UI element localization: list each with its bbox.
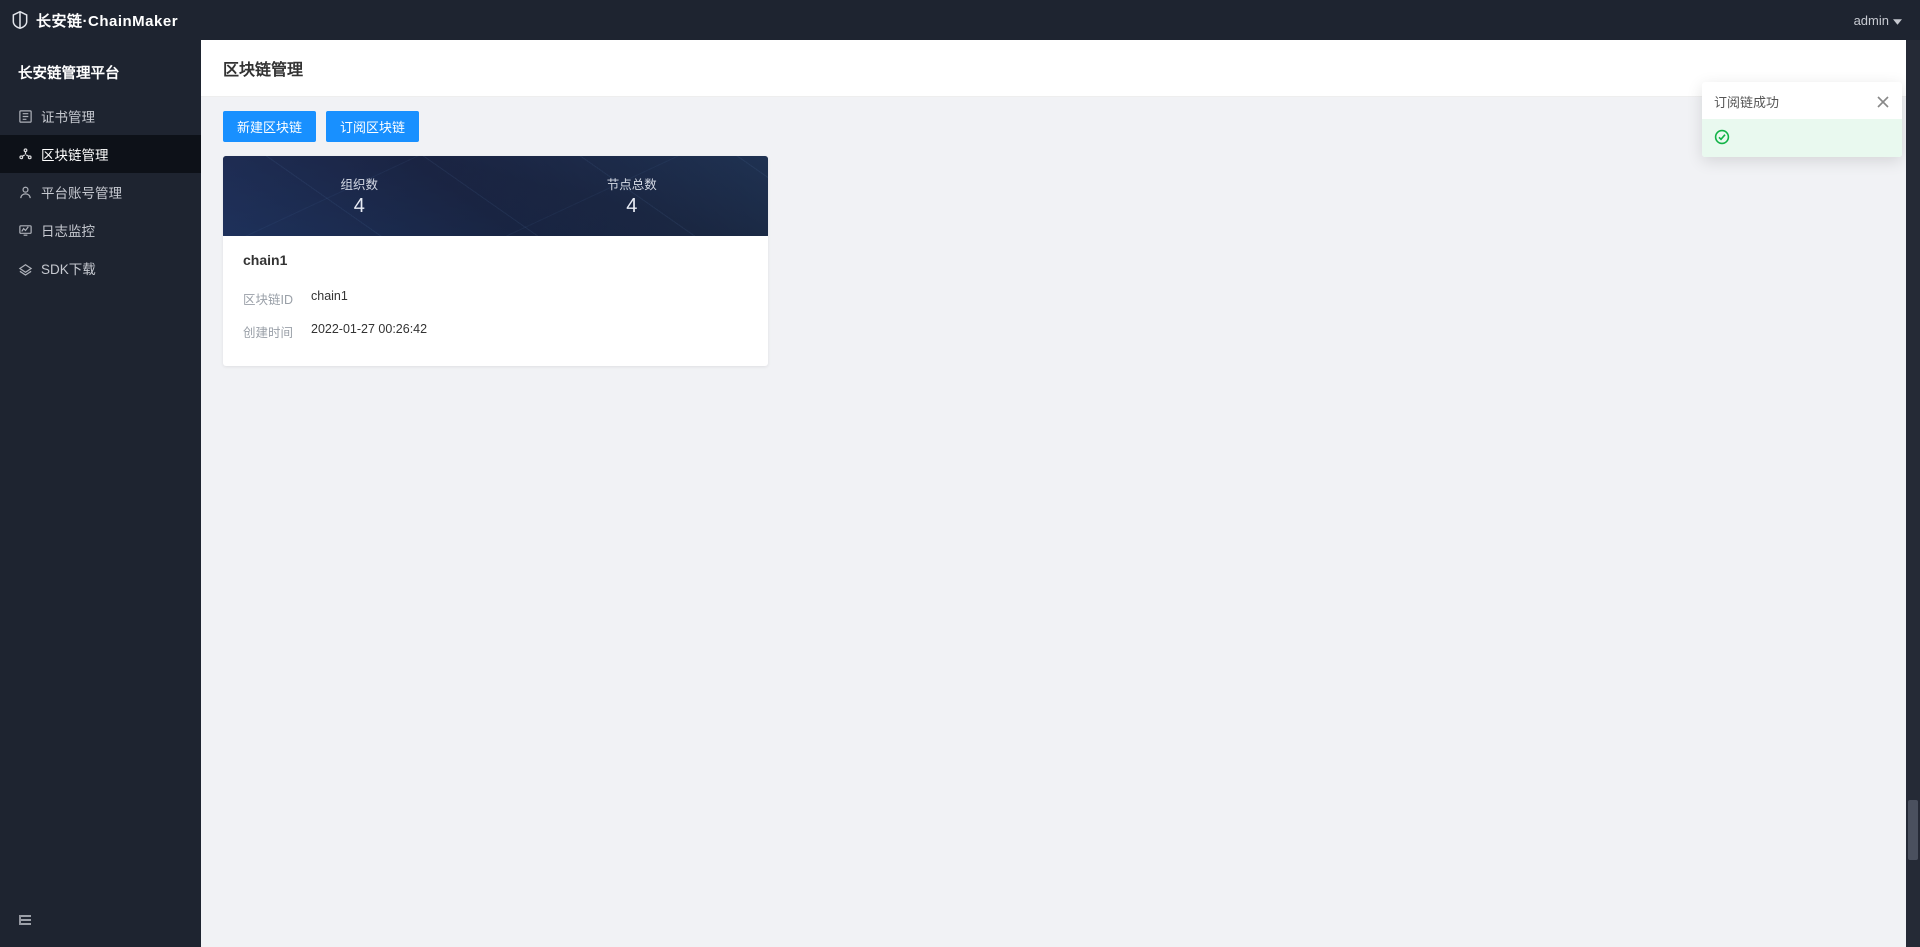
sidebar-footer <box>0 898 201 947</box>
collapse-icon[interactable] <box>18 912 34 928</box>
toast-title: 订阅链成功 <box>1714 92 1779 111</box>
vertical-scrollbar[interactable] <box>1906 40 1920 947</box>
user-name: admin <box>1854 13 1889 28</box>
sidebar-item-label: 日志监控 <box>41 220 95 240</box>
stat-orgs: 组织数 4 <box>223 174 496 218</box>
subscribe-chain-button[interactable]: 订阅区块链 <box>326 111 419 142</box>
chevron-down-icon <box>1893 13 1902 28</box>
toast-body <box>1702 119 1902 157</box>
toast: 订阅链成功 <box>1702 82 1902 157</box>
brand-logo-icon <box>10 10 30 30</box>
content: 区块链管理 新建区块链 订阅区块链 组织数 4 节点总数 4 <box>201 40 1920 947</box>
sidebar-item-account[interactable]: 平台账号管理 <box>0 173 201 211</box>
brand: 长安链·ChainMaker <box>10 10 178 31</box>
sidebar-title: 长安链管理平台 <box>0 56 201 97</box>
user-menu[interactable]: admin <box>1854 13 1902 28</box>
sidebar-item-label: 平台账号管理 <box>41 182 122 202</box>
close-icon[interactable] <box>1876 95 1890 109</box>
chain-card[interactable]: 组织数 4 节点总数 4 chain1 区块链ID chain1 <box>223 156 768 366</box>
download-icon <box>18 261 33 276</box>
success-icon <box>1714 129 1730 145</box>
card-body: chain1 区块链ID chain1 创建时间 2022-01-27 00:2… <box>223 236 768 366</box>
info-row-created: 创建时间 2022-01-27 00:26:42 <box>243 315 748 348</box>
stat-value: 4 <box>496 195 769 218</box>
user-icon <box>18 185 33 200</box>
brand-text: 长安链·ChainMaker <box>36 10 178 31</box>
page-title: 区块链管理 <box>201 40 1920 97</box>
sidebar-item-label: 证书管理 <box>41 106 95 126</box>
stat-value: 4 <box>223 195 496 218</box>
monitor-icon <box>18 223 33 238</box>
page-body: 新建区块链 订阅区块链 组织数 4 节点总数 4 <box>201 97 1920 947</box>
topbar: 长安链·ChainMaker admin <box>0 0 1920 40</box>
blockchain-icon <box>18 147 33 162</box>
info-value: chain1 <box>311 289 348 308</box>
button-row: 新建区块链 订阅区块链 <box>223 111 1898 142</box>
scrollbar-thumb[interactable] <box>1908 800 1918 860</box>
cert-icon <box>18 109 33 124</box>
info-value: 2022-01-27 00:26:42 <box>311 322 427 341</box>
sidebar: 长安链管理平台 证书管理 区块链管理 <box>0 40 201 947</box>
sidebar-item-label: SDK下载 <box>41 258 96 278</box>
card-banner: 组织数 4 节点总数 4 <box>223 156 768 236</box>
sidebar-nav: 证书管理 区块链管理 平台账号管理 <box>0 97 201 287</box>
info-key: 创建时间 <box>243 322 311 341</box>
stat-label: 节点总数 <box>496 174 769 193</box>
stat-nodes: 节点总数 4 <box>496 174 769 218</box>
sidebar-item-label: 区块链管理 <box>41 144 109 164</box>
chain-name: chain1 <box>243 252 748 268</box>
toast-head: 订阅链成功 <box>1702 82 1902 119</box>
sidebar-item-blockchain[interactable]: 区块链管理 <box>0 135 201 173</box>
sidebar-item-log[interactable]: 日志监控 <box>0 211 201 249</box>
sidebar-item-cert[interactable]: 证书管理 <box>0 97 201 135</box>
chain-cards: 组织数 4 节点总数 4 chain1 区块链ID chain1 <box>223 156 1898 366</box>
create-chain-button[interactable]: 新建区块链 <box>223 111 316 142</box>
info-key: 区块链ID <box>243 289 311 308</box>
stat-label: 组织数 <box>223 174 496 193</box>
info-row-chain-id: 区块链ID chain1 <box>243 282 748 315</box>
sidebar-item-sdk[interactable]: SDK下载 <box>0 249 201 287</box>
